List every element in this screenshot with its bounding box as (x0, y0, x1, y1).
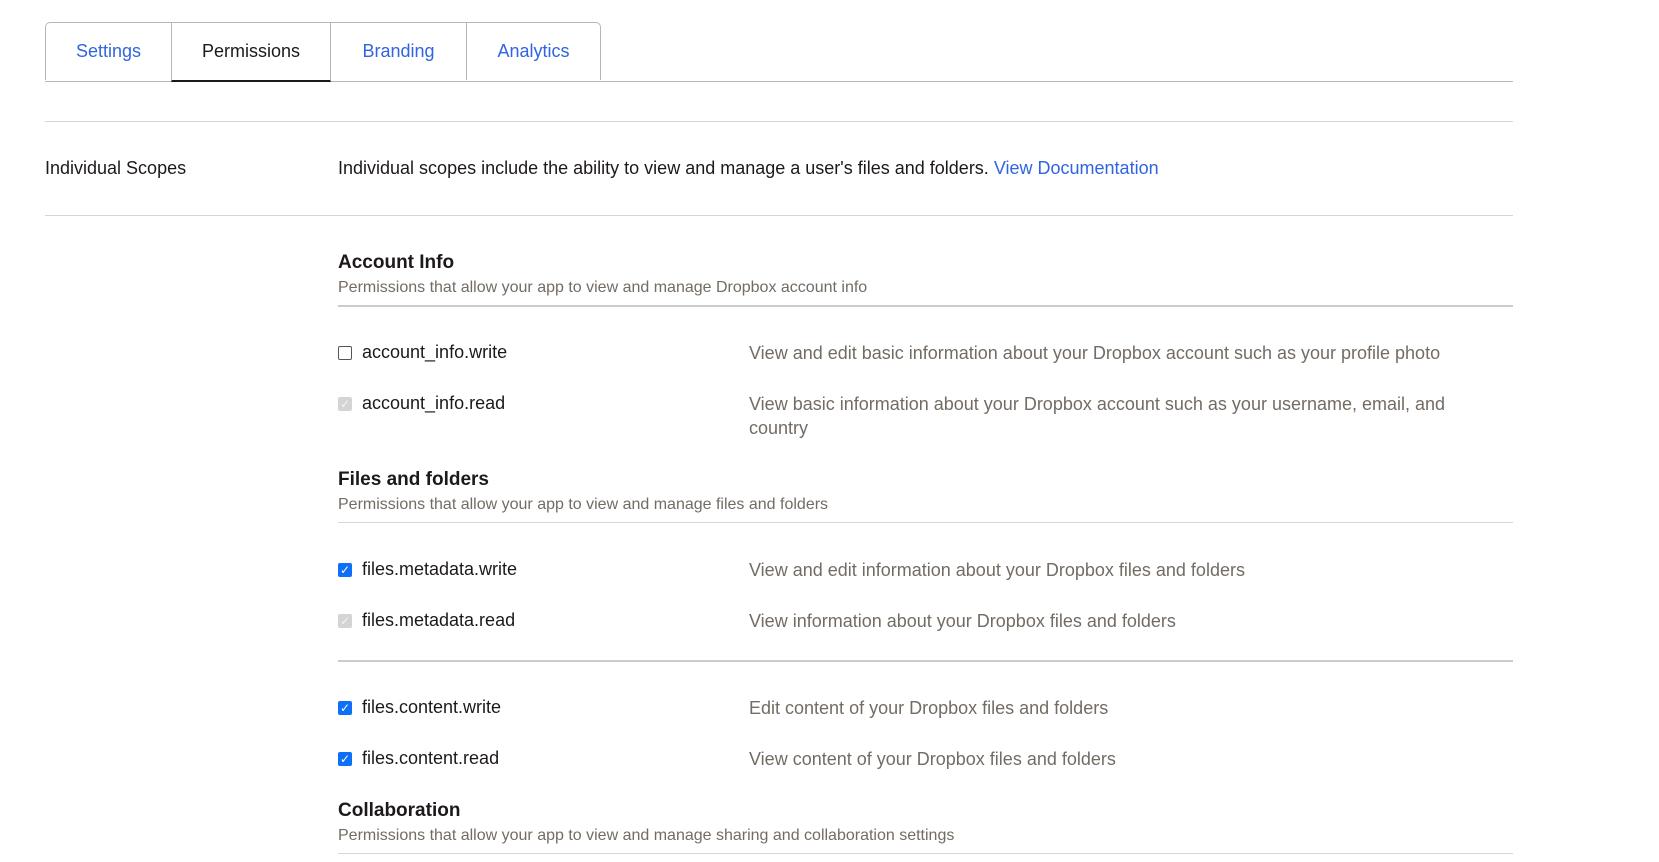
individual-scopes-label: Individual Scopes (45, 158, 187, 178)
scope-name: files.metadata.write (362, 559, 518, 579)
scope-files-content-write: ✓ files.content.write (338, 697, 501, 718)
checkbox: ✓ (338, 396, 352, 411)
intro-text: Individual scopes include the ability to… (338, 158, 989, 178)
scope-description: View and edit information about your Dro… (749, 560, 1245, 580)
scope-account-info-read: ✓ account_info.read (338, 393, 505, 414)
section-title-account-info: Account Info (338, 252, 455, 273)
scope-files-metadata-write: ✓ files.metadata.write (338, 559, 517, 580)
checkbox[interactable]: ✓ (338, 562, 352, 577)
scope-description: Edit content of your Dropbox files and f… (749, 698, 1109, 718)
scope-name: files.metadata.read (362, 610, 516, 630)
section-divider (338, 522, 1513, 523)
section-divider (338, 853, 1513, 854)
divider (45, 215, 1513, 216)
scope-name: account_info.read (362, 393, 506, 413)
scope-name: files.content.read (362, 748, 500, 768)
scope-files-metadata-read: ✓ files.metadata.read (338, 610, 515, 631)
section-subtitle: Permissions that allow your app to view … (338, 827, 955, 844)
view-documentation-link[interactable]: View Documentation (994, 158, 1159, 178)
section-title-files-and-folders: Files and folders (338, 469, 489, 490)
tab-branding[interactable]: Branding (330, 22, 467, 80)
checkbox[interactable]: ✓ (338, 751, 352, 766)
group-divider (338, 660, 1513, 662)
checkbox: ✓ (338, 613, 352, 628)
divider (45, 121, 1513, 122)
tab-analytics[interactable]: Analytics (466, 22, 601, 80)
tab-settings[interactable]: Settings (45, 22, 172, 80)
scope-account-info-write: account_info.write (338, 342, 507, 363)
scope-name: files.content.write (362, 697, 502, 717)
checkbox[interactable] (338, 345, 352, 360)
section-subtitle: Permissions that allow your app to view … (338, 496, 829, 513)
tab-permissions[interactable]: Permissions (171, 22, 331, 82)
individual-scopes-intro: Individual scopes include the ability to… (338, 158, 1159, 179)
scope-name: account_info.write (362, 342, 508, 362)
scope-description: View information about your Dropbox file… (749, 611, 1176, 631)
section-title-collaboration: Collaboration (338, 800, 461, 821)
section-subtitle: Permissions that allow your app to view … (338, 279, 868, 296)
scope-description: View content of your Dropbox files and f… (749, 749, 1116, 769)
checkbox[interactable]: ✓ (338, 700, 352, 715)
tab-bar: Settings Permissions Branding Analytics (45, 22, 1513, 82)
scope-description: View basic information about your Dropbo… (749, 394, 1446, 438)
scope-description: View and edit basic information about yo… (749, 343, 1441, 363)
scope-files-content-read: ✓ files.content.read (338, 748, 499, 769)
section-divider (338, 305, 1513, 307)
